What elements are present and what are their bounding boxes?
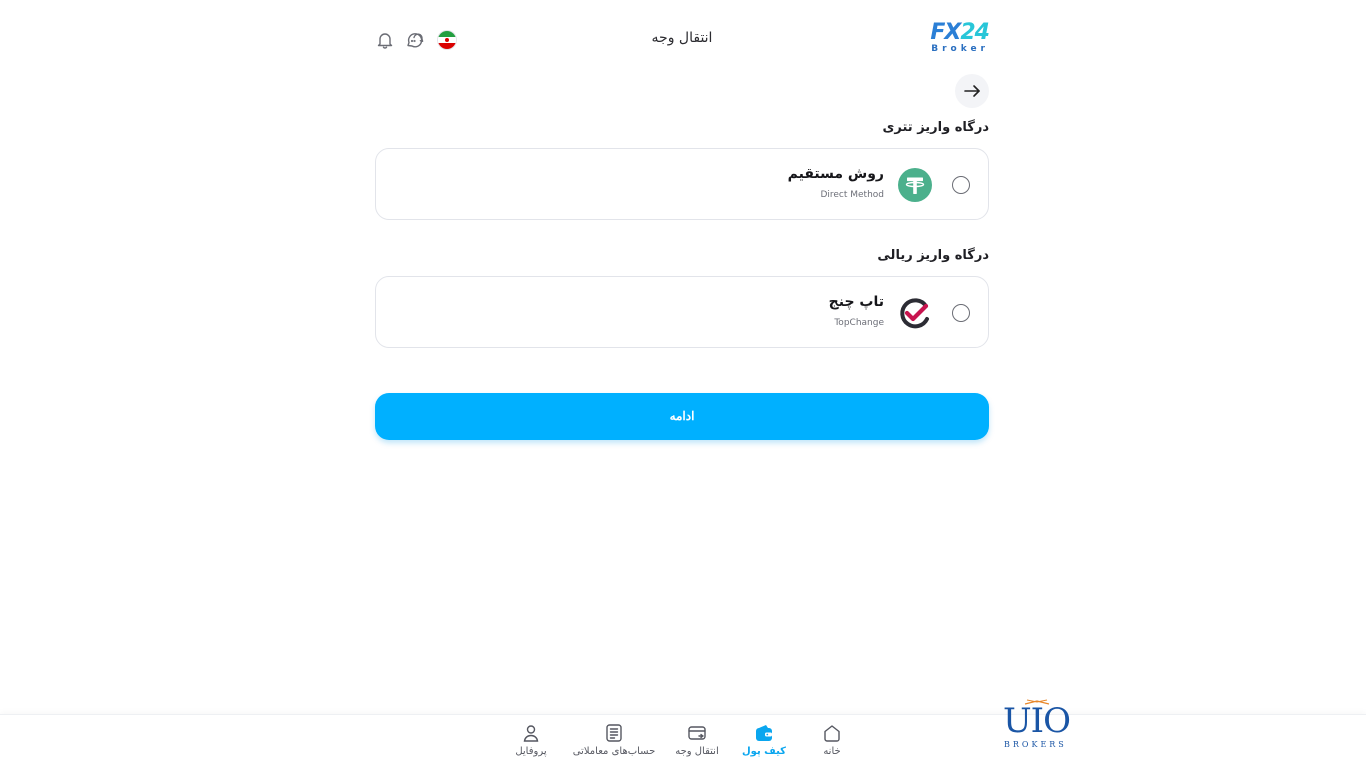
home-icon <box>822 723 842 743</box>
radio-direct-method[interactable] <box>952 176 970 194</box>
list-icon <box>604 723 624 743</box>
arrow-right-icon <box>964 85 980 97</box>
section-title-tether: درگاه واریز تتری <box>882 120 989 135</box>
option-card-direct-method[interactable]: روش مستقیم Direct Method <box>375 148 989 220</box>
back-button[interactable] <box>955 74 989 108</box>
nav-item-home[interactable]: خانه <box>792 723 872 757</box>
nav-label: حساب‌های معاملاتی <box>572 746 656 757</box>
option-name: تاپ چنج <box>828 294 884 310</box>
nav-label: پروفایل <box>515 746 547 757</box>
topchange-icon <box>897 295 933 331</box>
page-title: انتقال وجه <box>651 30 713 46</box>
app-header: FX24 Broker انتقال وجه <box>375 18 990 60</box>
nav-label: کیف پول <box>742 746 786 757</box>
bottom-navigation: پروفایل حساب‌های معاملاتی انتقال وجه کیف… <box>0 714 1366 768</box>
watermark-main: UIO <box>1003 701 1071 741</box>
nav-item-trading-accounts[interactable]: حساب‌های معاملاتی <box>572 723 656 757</box>
user-icon <box>521 723 541 743</box>
iran-flag-icon[interactable] <box>438 31 456 49</box>
option-subtitle: Direct Method <box>820 190 884 200</box>
watermark-sub: BROKERS <box>1004 740 1067 749</box>
nav-label: انتقال وجه <box>675 746 719 757</box>
option-card-topchange[interactable]: تاپ چنج TopChange <box>375 276 989 348</box>
option-subtitle: TopChange <box>834 318 884 328</box>
tether-icon <box>897 167 933 203</box>
card-transfer-icon <box>687 723 707 743</box>
bell-icon[interactable] <box>375 30 395 50</box>
continue-button[interactable]: ادامه <box>375 393 989 440</box>
header-actions <box>375 28 456 52</box>
uio-brokers-watermark: UIO BROKERS <box>1003 698 1071 754</box>
section-title-rial: درگاه واریز ریالی <box>877 248 989 263</box>
chat-icon[interactable] <box>405 30 425 50</box>
nav-item-profile[interactable]: پروفایل <box>491 723 571 757</box>
nav-label: خانه <box>823 746 841 757</box>
radio-topchange[interactable] <box>952 304 970 322</box>
option-name: روش مستقیم <box>787 166 884 182</box>
wallet-icon <box>754 723 774 743</box>
